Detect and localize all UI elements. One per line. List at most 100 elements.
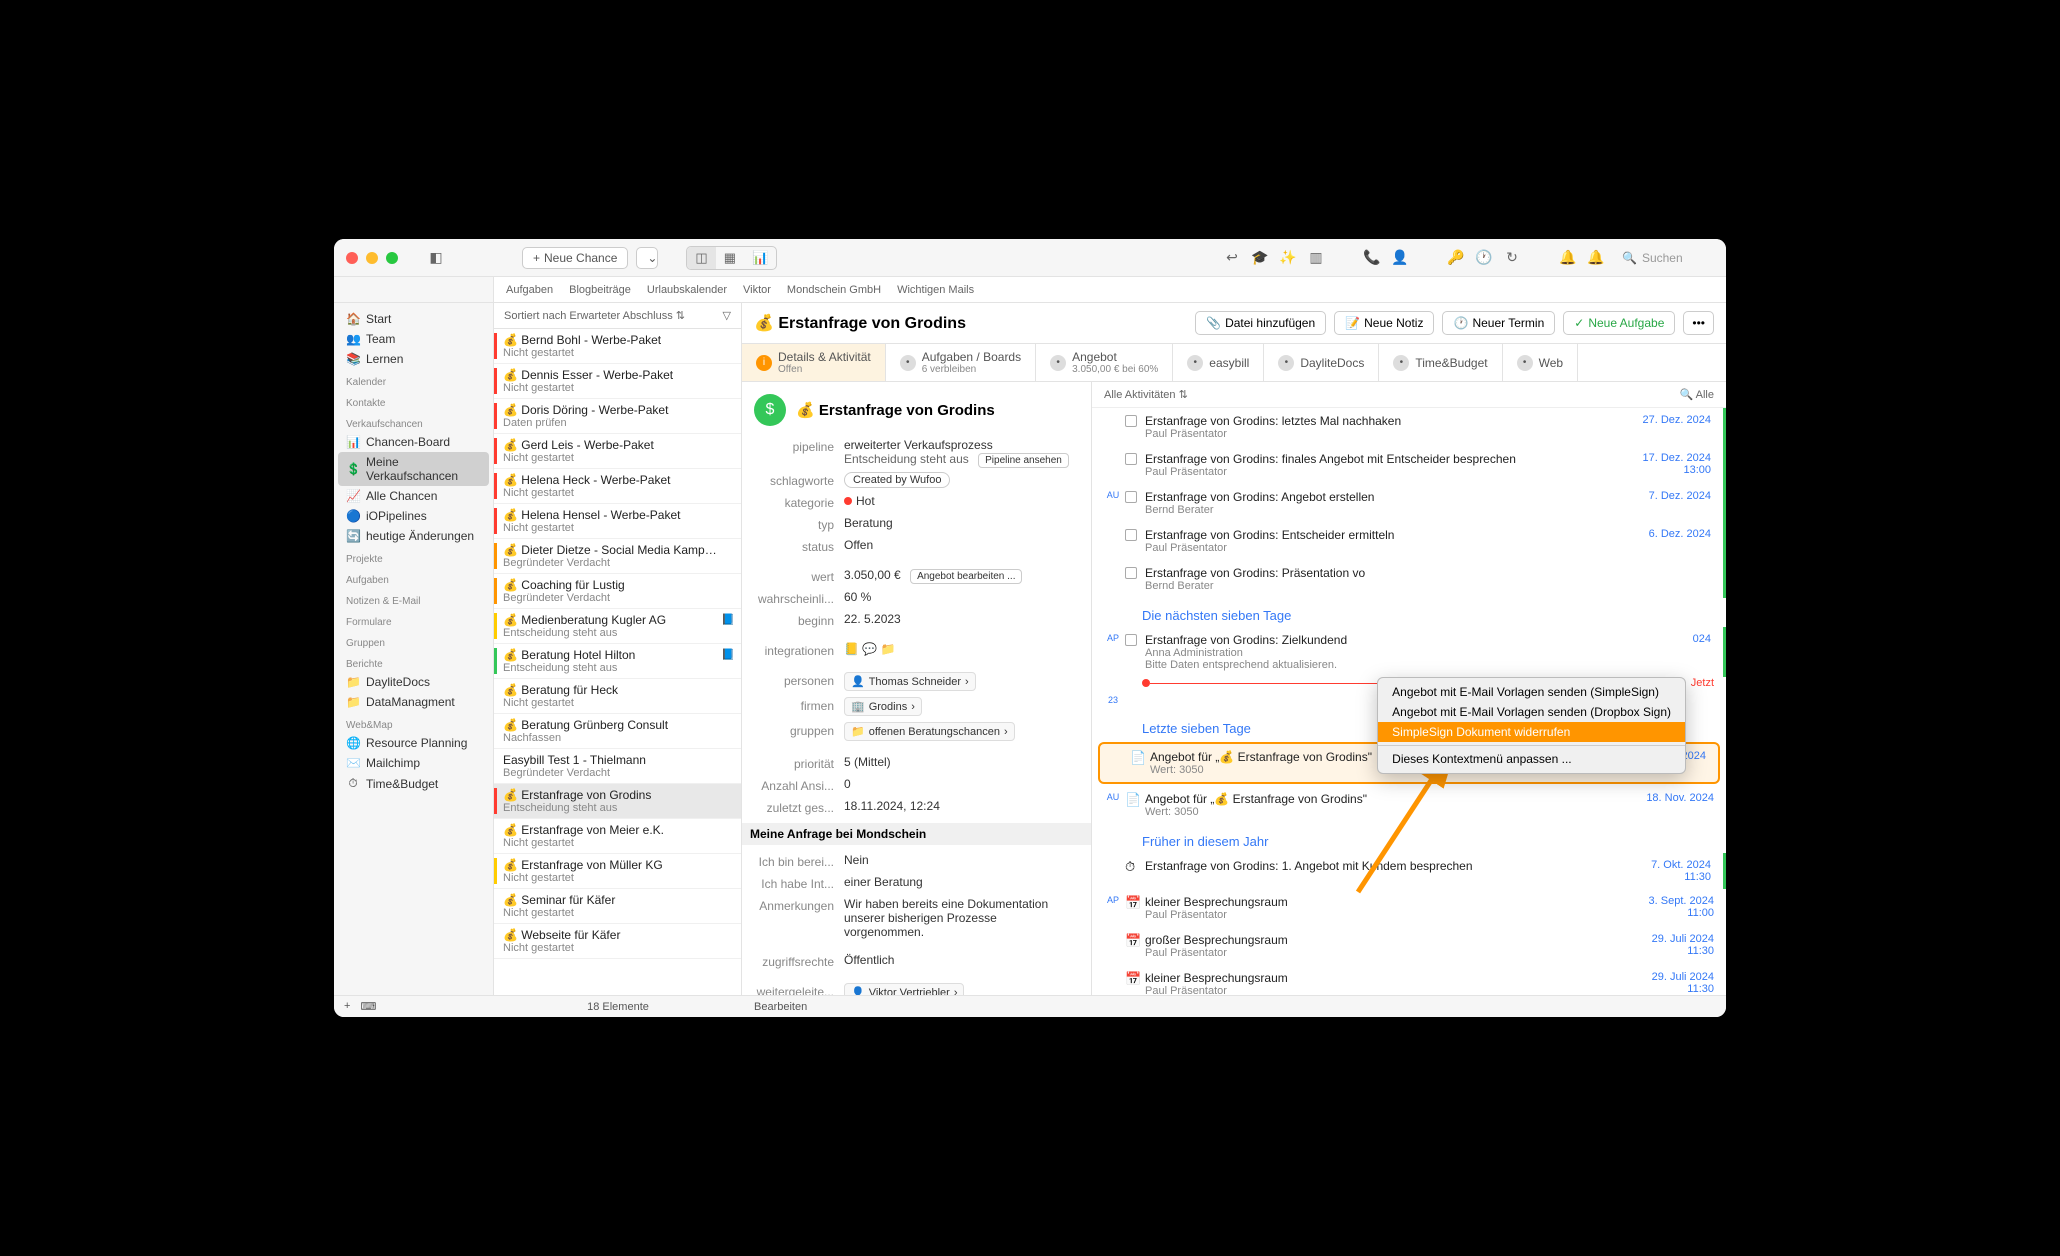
filter-icon[interactable]: ▽: [723, 309, 731, 322]
activity-row[interactable]: AP📅kleiner BesprechungsraumPaul Präsenta…: [1092, 889, 1726, 927]
detail-tab[interactable]: •easybill: [1173, 344, 1264, 381]
close-icon[interactable]: [346, 252, 358, 264]
checkbox-icon[interactable]: [1125, 415, 1137, 427]
integrations-icons[interactable]: 📒 💬 📁: [844, 642, 1079, 656]
sidebar-item[interactable]: ⏱Time&Budget: [334, 773, 493, 794]
new-task-button[interactable]: ✓ Neue Aufgabe: [1563, 311, 1675, 335]
clock-icon[interactable]: 🕐: [1474, 248, 1494, 268]
sidebar-item[interactable]: 👥Team: [334, 329, 493, 349]
favorite-item[interactable]: Aufgaben: [506, 284, 553, 296]
sidebar-item[interactable]: 📊Chancen-Board: [334, 432, 493, 452]
bell-red-icon[interactable]: 🔔: [1586, 248, 1606, 268]
add-icon[interactable]: +: [344, 1000, 350, 1013]
detail-tab[interactable]: iDetails & AktivitätOffen: [742, 344, 886, 381]
group-chip[interactable]: 📁 offenen Beratungschancen ›: [844, 722, 1015, 741]
columns-icon[interactable]: ▥: [1306, 248, 1326, 268]
checkbox-icon[interactable]: [1125, 567, 1137, 579]
detail-tab[interactable]: •DayliteDocs: [1264, 344, 1379, 381]
list-item[interactable]: 💰 Medienberatung Kugler AGEntscheidung s…: [494, 609, 741, 644]
more-button[interactable]: •••: [1683, 311, 1714, 335]
sidebar-item[interactable]: 🔵iOPipelines: [334, 506, 493, 526]
activity-row[interactable]: 📅kleiner BesprechungsraumPaul Präsentato…: [1092, 965, 1726, 995]
checkbox-icon[interactable]: [1125, 634, 1137, 646]
list-item[interactable]: 💰 Erstanfrage von GrodinsEntscheidung st…: [494, 784, 741, 819]
pipeline-view-button[interactable]: Pipeline ansehen: [978, 453, 1069, 468]
view-chart-icon[interactable]: 📊: [744, 247, 776, 269]
history-icon[interactable]: ↻: [1502, 248, 1522, 268]
search-input[interactable]: 🔍 Suchen: [1614, 248, 1714, 268]
maximize-icon[interactable]: [386, 252, 398, 264]
forwarded-chip[interactable]: 👤 Viktor Vertriebler ›: [844, 983, 964, 995]
sidebar-item[interactable]: 🏠Start: [334, 309, 493, 329]
view-detail-icon[interactable]: ◫: [687, 247, 715, 269]
favorite-item[interactable]: Viktor: [743, 284, 771, 296]
key-icon[interactable]: 🔑: [1446, 248, 1466, 268]
list-item[interactable]: 💰 Beratung für HeckNicht gestartet: [494, 679, 741, 714]
inbox-icon[interactable]: ↩: [1222, 248, 1242, 268]
list-item[interactable]: 💰 Beratung Hotel HiltonEntscheidung steh…: [494, 644, 741, 679]
bell-orange-icon[interactable]: 🔔: [1558, 248, 1578, 268]
list-item[interactable]: 💰 Gerd Leis - Werbe-PaketNicht gestartet: [494, 434, 741, 469]
list-item[interactable]: 💰 Coaching für LustigBegründeter Verdach…: [494, 574, 741, 609]
sidebar-item[interactable]: ✉️Mailchimp: [334, 753, 493, 773]
tag-wufoo[interactable]: Created by Wufoo: [844, 472, 950, 488]
detail-tab[interactable]: •Time&Budget: [1379, 344, 1502, 381]
activity-row[interactable]: Erstanfrage von Grodins: finales Angebot…: [1092, 446, 1726, 484]
edit-offer-button[interactable]: Angebot bearbeiten ...: [910, 569, 1022, 584]
list-item[interactable]: 💰 Seminar für KäferNicht gestartet: [494, 889, 741, 924]
phone-icon[interactable]: 📞: [1362, 248, 1382, 268]
activity-row[interactable]: AUErstanfrage von Grodins: Angebot erste…: [1092, 484, 1726, 522]
activity-row[interactable]: APErstanfrage von Grodins: ZielkundendAn…: [1092, 627, 1726, 677]
new-chance-dropdown[interactable]: ⌄: [636, 247, 658, 269]
minimize-icon[interactable]: [366, 252, 378, 264]
favorite-item[interactable]: Urlaubskalender: [647, 284, 727, 296]
edit-button[interactable]: Bearbeiten: [742, 1001, 819, 1013]
activity-row[interactable]: Erstanfrage von Grodins: Entscheider erm…: [1092, 522, 1726, 560]
context-menu-item[interactable]: Angebot mit E-Mail Vorlagen senden (Drop…: [1378, 702, 1685, 722]
list-item[interactable]: 💰 Erstanfrage von Müller KGNicht gestart…: [494, 854, 741, 889]
new-note-button[interactable]: 📝 Neue Notiz: [1334, 311, 1434, 335]
activity-row[interactable]: 📅großer BesprechungsraumPaul Präsentator…: [1092, 927, 1726, 965]
sidebar-item[interactable]: 📁DayliteDocs: [334, 672, 493, 692]
person-icon[interactable]: 👤: [1390, 248, 1410, 268]
sidebar-item[interactable]: 🔄heutige Änderungen: [334, 526, 493, 546]
list-item[interactable]: Easybill Test 1 - ThielmannBegründeter V…: [494, 749, 741, 784]
list-sort-header[interactable]: Sortiert nach Erwarteter Abschluss ⇅ ▽: [494, 303, 741, 329]
favorite-item[interactable]: Mondschein GmbH: [787, 284, 881, 296]
list-item[interactable]: 💰 Dieter Dietze - Social Media KampagneB…: [494, 539, 741, 574]
add-file-button[interactable]: 📎 Datei hinzufügen: [1195, 311, 1326, 335]
context-menu-item[interactable]: Dieses Kontextmenü anpassen ...: [1378, 749, 1685, 769]
checkbox-icon[interactable]: [1125, 491, 1137, 503]
sidebar-item[interactable]: 📚Lernen: [334, 349, 493, 369]
list-item[interactable]: 💰 Helena Heck - Werbe-PaketNicht gestart…: [494, 469, 741, 504]
activity-row[interactable]: Erstanfrage von Grodins: letztes Mal nac…: [1092, 408, 1726, 446]
list-item[interactable]: 💰 Doris Döring - Werbe-PaketDaten prüfen: [494, 399, 741, 434]
sidebar-item[interactable]: 🌐Resource Planning: [334, 733, 493, 753]
activity-filter[interactable]: Alle Aktivitäten ⇅ 🔍 Alle: [1092, 382, 1726, 408]
sidebar-item[interactable]: 💲Meine Verkaufschancen: [338, 452, 489, 486]
academic-icon[interactable]: 🎓: [1250, 248, 1270, 268]
detail-tab[interactable]: •Angebot3.050,00 € bei 60%: [1036, 344, 1173, 381]
list-item[interactable]: 💰 Beratung Grünberg ConsultNachfassen: [494, 714, 741, 749]
activity-row[interactable]: AU📄Angebot für „💰 Erstanfrage von Grodin…: [1092, 786, 1726, 824]
favorite-item[interactable]: Blogbeiträge: [569, 284, 631, 296]
sparkle-icon[interactable]: ✨: [1278, 248, 1298, 268]
context-menu-item[interactable]: SimpleSign Dokument widerrufen: [1378, 722, 1685, 742]
new-chance-button[interactable]: + Neue Chance: [522, 247, 628, 269]
list-item[interactable]: 💰 Webseite für KäferNicht gestartet: [494, 924, 741, 959]
activity-row[interactable]: ⏱Erstanfrage von Grodins: 1. Angebot mit…: [1092, 853, 1726, 889]
person-chip[interactable]: 👤 Thomas Schneider ›: [844, 672, 976, 691]
list-item[interactable]: 💰 Helena Hensel - Werbe-PaketNicht gesta…: [494, 504, 741, 539]
list-item[interactable]: 💰 Bernd Bohl - Werbe-PaketNicht gestarte…: [494, 329, 741, 364]
checkbox-icon[interactable]: [1125, 529, 1137, 541]
list-item[interactable]: 💰 Erstanfrage von Meier e.K.Nicht gestar…: [494, 819, 741, 854]
detail-tab[interactable]: •Web: [1503, 344, 1578, 381]
activity-row[interactable]: Erstanfrage von Grodins: Präsentation vo…: [1092, 560, 1726, 598]
sidebar-item[interactable]: 📈Alle Chancen: [334, 486, 493, 506]
sidebar-item[interactable]: 📁DataManagment: [334, 692, 493, 712]
context-menu-item[interactable]: Angebot mit E-Mail Vorlagen senden (Simp…: [1378, 682, 1685, 702]
view-grid-icon[interactable]: ▦: [716, 247, 744, 269]
keyboard-icon[interactable]: ⌨: [360, 1000, 376, 1013]
favorite-item[interactable]: Wichtigen Mails: [897, 284, 974, 296]
new-event-button[interactable]: 🕐 Neuer Termin: [1442, 311, 1555, 335]
